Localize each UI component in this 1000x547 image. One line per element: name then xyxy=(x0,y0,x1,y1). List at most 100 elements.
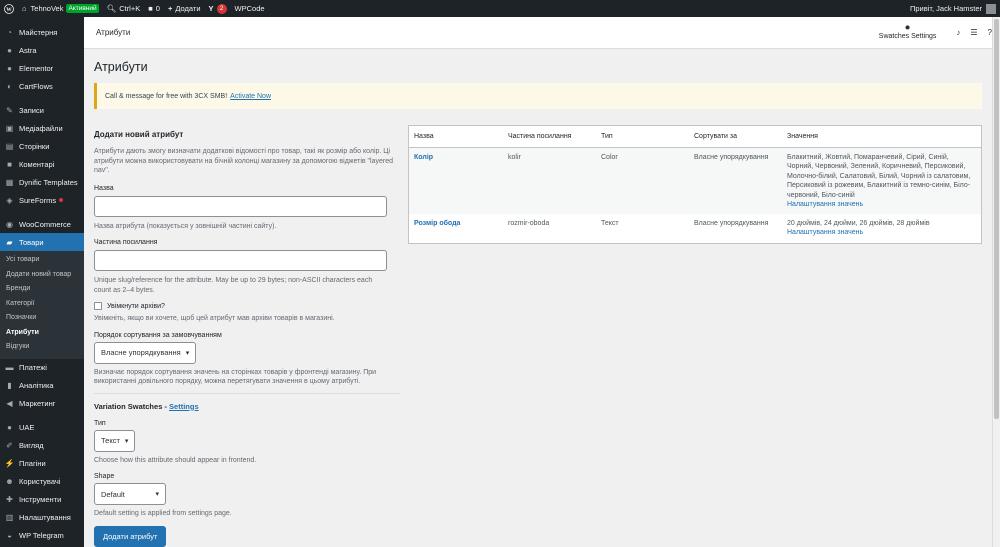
avatar xyxy=(986,3,996,14)
active-badge: Активний xyxy=(66,4,99,13)
sidebar-item-label: Налаштування xyxy=(19,513,71,522)
sidebar-item-analytics[interactable]: ▮ Аналітика xyxy=(0,377,84,395)
variation-swatches-heading: Variation Swatches - Settings xyxy=(94,401,199,411)
sureforms-icon: ◈ xyxy=(6,195,13,205)
type-select[interactable]: Текст ▾ xyxy=(94,429,136,452)
sidebar-item-label: Сторінки xyxy=(19,141,50,151)
archive-checkbox[interactable] xyxy=(94,302,102,310)
attribute-slug: kolir xyxy=(503,147,596,214)
wordpress-logo-icon[interactable]: W xyxy=(0,0,18,17)
sidebar-item-cartflows[interactable]: ◐ CartFlows xyxy=(0,77,84,95)
greeting: Привіт, Jack Hamster xyxy=(909,4,982,13)
payments-icon: ▬ xyxy=(5,363,14,372)
shape-select[interactable]: Default ▾ xyxy=(94,483,166,505)
scrollbar-thumb[interactable] xyxy=(994,19,999,419)
shape-select-value: Default xyxy=(101,489,125,499)
slug-input[interactable] xyxy=(94,250,387,271)
sidebar-item-dashboard[interactable]: ◔ Майстерня xyxy=(0,23,84,41)
sidebar-item-media[interactable]: ▣ Медіафайли xyxy=(0,119,84,137)
attribute-name-link[interactable]: Колір xyxy=(414,154,433,161)
users-icon: ☻ xyxy=(5,477,14,486)
menu-icon[interactable]: ☰ xyxy=(970,28,977,37)
order-desc: Визначає порядок сортування значень на с… xyxy=(94,368,377,386)
col-slug: Частина посилання xyxy=(503,126,596,148)
activate-now-link[interactable]: Activate Now xyxy=(230,93,271,100)
table-header-row: Назва Частина посилання Тип Сортувати за… xyxy=(409,126,981,148)
sidebar-item-astra[interactable]: ● Astra xyxy=(0,41,84,59)
sidebar-item-elementor[interactable]: ● Elementor xyxy=(0,59,84,77)
form-intro: Атрибути дають змогу визначати додаткові… xyxy=(94,148,393,174)
site-name-link[interactable]: ⌂ TehnoVek Активний xyxy=(18,0,103,17)
attribute-name-link[interactable]: Розмір обода xyxy=(414,220,460,227)
yoast-link[interactable]: Y 2 xyxy=(205,0,231,17)
submenu-add-product[interactable]: Додати новий товар xyxy=(0,268,84,283)
sidebar-item-woocommerce[interactable]: ◉ WooCommerce xyxy=(0,215,84,233)
sidebar-item-label: Медіафайли xyxy=(19,123,63,133)
sidebar-item-pages[interactable]: ▤ Сторінки xyxy=(0,137,84,155)
plus-icon: + xyxy=(167,4,173,13)
add-attribute-button[interactable]: Додати атрибут xyxy=(94,525,167,547)
tools-icon: ✚ xyxy=(6,495,13,504)
order-select[interactable]: Власне упорядкування ▾ xyxy=(94,341,197,364)
sidebar-item-label: Інструменти xyxy=(19,495,62,504)
sidebar-item-sureforms[interactable]: ◈ SureForms xyxy=(0,191,84,209)
wpcode-link[interactable]: WPCode xyxy=(231,0,269,17)
configure-terms-link[interactable]: Налаштування значень xyxy=(787,201,863,208)
submenu-tags[interactable]: Позначки xyxy=(0,311,84,326)
order-label: Порядок сортування за замовчуванням xyxy=(94,331,222,339)
products-icon: ▰ xyxy=(6,237,13,247)
name-label: Назва xyxy=(94,184,114,192)
sidebar-item-marketing[interactable]: ◀ Маркетинг xyxy=(0,395,84,413)
vs-settings-link[interactable]: Settings xyxy=(169,402,199,411)
updates-count: 2 xyxy=(216,3,227,14)
archive-label: Увімкнути архіви? xyxy=(107,302,165,310)
add-new-link[interactable]: + Додати xyxy=(164,0,205,17)
sidebar-item-label: Записи xyxy=(19,105,44,115)
configure-terms-link[interactable]: Налаштування значень xyxy=(787,229,863,236)
notification-dot xyxy=(59,198,64,202)
attribute-values: 20 дюймів, 24 дюйми, 26 дюймів, 28 дюймі… xyxy=(787,219,930,227)
sidebar-item-telegram[interactable]: ◒ WP Telegram xyxy=(0,527,84,545)
sidebar-item-appearance[interactable]: ✐ Вигляд xyxy=(0,437,84,455)
pages-icon: ▤ xyxy=(5,141,14,151)
sidebar-item-label: Платежі xyxy=(19,363,47,372)
submenu-reviews[interactable]: Відгуки xyxy=(0,340,84,355)
sidebar-item-dynific[interactable]: ▦ Dynific Templates xyxy=(0,173,84,191)
site-name: TehnoVek xyxy=(30,4,64,13)
command-palette-button[interactable]: 🔍︎ Ctrl+K xyxy=(103,0,145,17)
sidebar-item-plugins[interactable]: ⚡ Плагіни xyxy=(0,455,84,473)
sidebar-item-label: Товари xyxy=(19,237,44,247)
svg-text:W: W xyxy=(6,7,12,13)
pin-icon: ✎ xyxy=(6,105,13,115)
bell-icon[interactable]: ♪ xyxy=(956,28,960,37)
woocommerce-header: Атрибути ✹ Swatches Settings ♪ ☰ ? xyxy=(84,17,1000,49)
name-input[interactable] xyxy=(94,195,387,217)
sidebar-item-payments[interactable]: ▬ Платежі xyxy=(0,359,84,377)
account-menu[interactable]: Привіт, Jack Hamster xyxy=(909,3,1000,14)
sidebar-item-users[interactable]: ☻ Користувачі xyxy=(0,473,84,491)
submenu-attributes[interactable]: Атрибути xyxy=(0,326,84,341)
sidebar-item-posts[interactable]: ✎ Записи xyxy=(0,101,84,119)
swatches-settings-button[interactable]: ✹ Swatches Settings xyxy=(879,25,937,41)
plugins-icon: ⚡ xyxy=(4,459,15,468)
submenu-brands[interactable]: Бренди xyxy=(0,282,84,297)
submenu-all-products[interactable]: Усі товари xyxy=(0,253,84,268)
astra-icon: ● xyxy=(7,45,12,55)
sidebar-item-tools[interactable]: ✚ Інструменти xyxy=(0,491,84,509)
page-scrollbar[interactable] xyxy=(992,17,1000,547)
sidebar-item-comments[interactable]: ■ Коментарі xyxy=(0,155,84,173)
sidebar-item-uae[interactable]: ● UAE xyxy=(0,419,84,437)
table-row: Розмір обода rozmir-oboda Текст Власне у… xyxy=(409,214,981,243)
sidebar-item-label: UAE xyxy=(19,423,35,432)
comments-link[interactable]: ■ 0 xyxy=(144,0,164,17)
sidebar-item-settings[interactable]: ▥ Налаштування xyxy=(0,509,84,527)
sidebar-item-products[interactable]: ▰ Товари xyxy=(0,233,84,251)
cartflows-icon: ◐ xyxy=(7,81,12,91)
elementor-icon: ● xyxy=(7,63,12,73)
sidebar-item-label: SureForms xyxy=(19,195,57,205)
telegram-icon: ◒ xyxy=(7,531,12,540)
uae-icon: ● xyxy=(7,423,12,432)
sidebar-item-label: Dynific Templates xyxy=(19,177,78,187)
submenu-categories[interactable]: Категорії xyxy=(0,297,84,312)
admin-bar: W ⌂ TehnoVek Активний 🔍︎ Ctrl+K ■ 0 + До… xyxy=(0,0,1000,17)
